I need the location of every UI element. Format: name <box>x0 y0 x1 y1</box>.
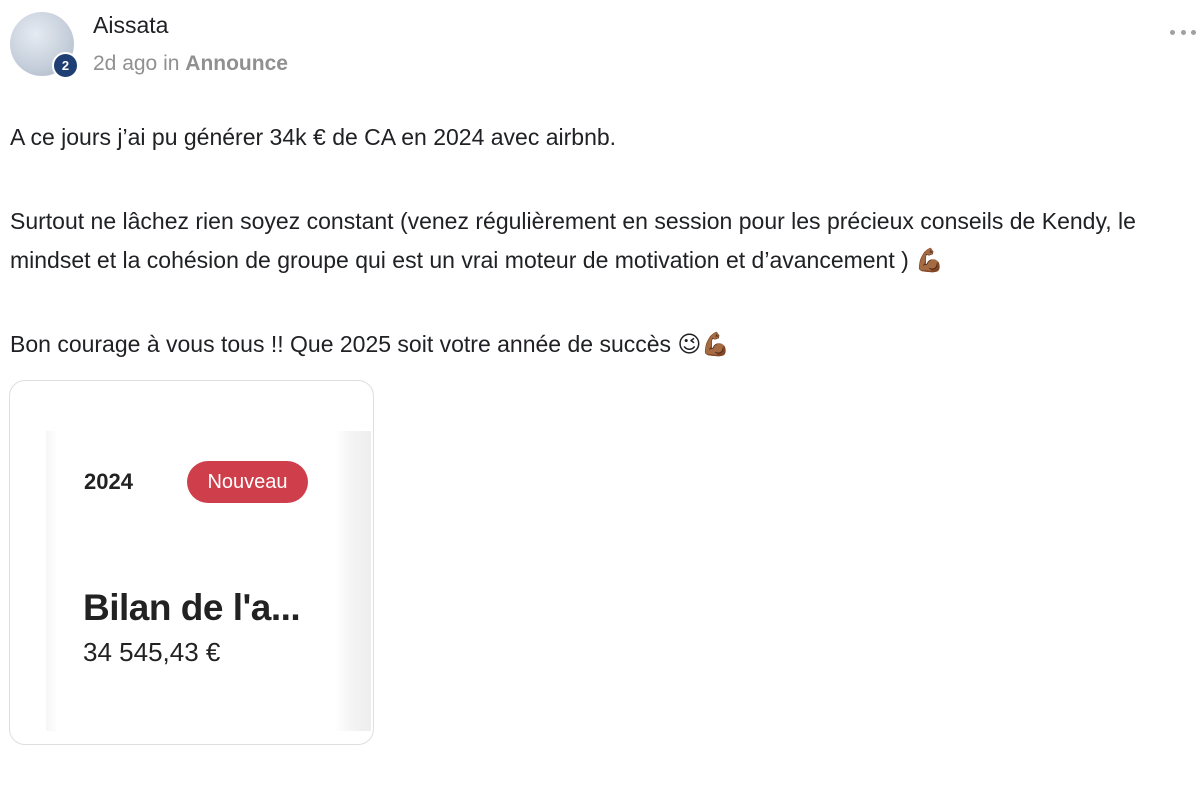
post-paragraph-2: Surtout ne lâchez rien soyez constant (v… <box>10 208 1136 273</box>
post-paragraph-1: A ce jours j’ai pu générer 34k € de CA e… <box>10 124 617 150</box>
attachment-new-badge: Nouveau <box>187 461 308 503</box>
category-link[interactable]: Announce <box>185 52 288 75</box>
post-meta: 2d ago in Announce <box>93 52 288 76</box>
avatar-container[interactable]: 2 <box>10 12 79 79</box>
image-attachment[interactable]: 2024 Nouveau Bilan de l'a... 34 545,43 € <box>9 380 374 745</box>
author-name[interactable]: Aissata <box>93 12 168 39</box>
level-badge: 2 <box>52 52 79 79</box>
attachment-year: 2024 <box>84 469 133 494</box>
attachment-amount: 34 545,43 € <box>83 637 221 667</box>
post-in-label: in <box>163 52 180 75</box>
post-paragraph-3: Bon courage à vous tous !! Que 2025 soit… <box>10 331 731 357</box>
more-horizontal-icon[interactable] <box>1170 26 1196 38</box>
post-card: 2 Aissata 2d ago in Announce A ce jours … <box>0 0 1200 789</box>
post-time: 2d ago <box>93 52 158 75</box>
attachment-title: Bilan de l'a... <box>83 587 301 628</box>
